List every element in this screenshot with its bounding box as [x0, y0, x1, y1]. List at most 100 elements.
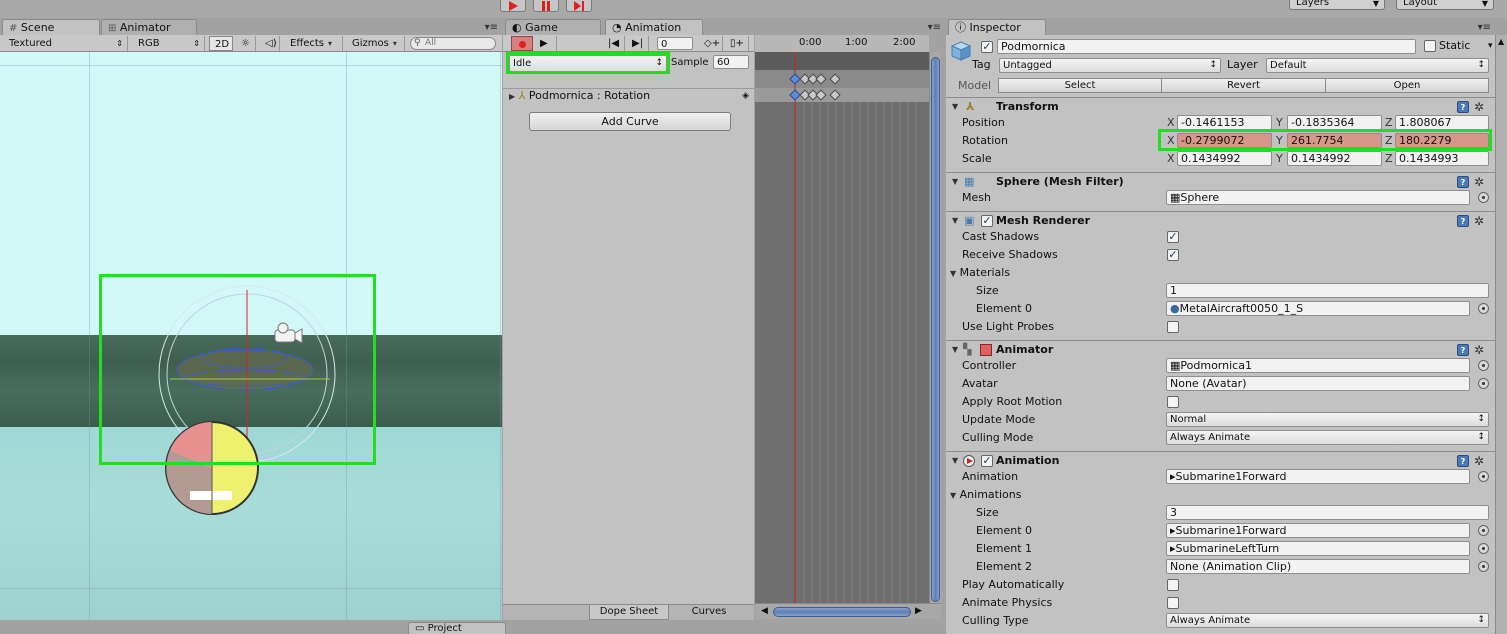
play-animation-button[interactable]: ▶: [535, 36, 557, 51]
foldout-open-icon[interactable]: ▼: [952, 341, 958, 358]
lighting-toggle[interactable]: ☼: [236, 36, 256, 51]
position-z-field[interactable]: 1.808067: [1395, 115, 1489, 130]
animator-header[interactable]: ▼ ▚ Animator ? ✲: [946, 340, 1507, 358]
mesh-renderer-header[interactable]: ▼ ▣ ✓ Mesh Renderer ? ✲: [946, 211, 1507, 229]
tab-curves[interactable]: Curves: [671, 605, 747, 620]
effects-dropdown[interactable]: Effects ▾: [285, 36, 343, 51]
foldout-open-icon[interactable]: ▼: [952, 212, 958, 229]
mesh-field[interactable]: ▦Sphere: [1166, 190, 1470, 205]
next-keyframe-button[interactable]: ▶|: [627, 36, 649, 51]
tab-animator[interactable]: ⊞ Animator: [101, 19, 197, 35]
object-picker-icon[interactable]: [1478, 378, 1489, 389]
gizmos-dropdown[interactable]: Gizmos ▾: [347, 36, 405, 51]
scene-viewport[interactable]: [0, 52, 502, 620]
play-button[interactable]: [500, 0, 526, 12]
animation-element1-field[interactable]: ▸SubmarineLeftTurn: [1166, 541, 1470, 556]
gear-icon[interactable]: ✲: [1474, 455, 1484, 467]
animations-row[interactable]: ▼ Animations: [950, 486, 1021, 504]
materials-row[interactable]: ▼ Materials: [950, 264, 1010, 282]
object-name-input[interactable]: Podmornica: [997, 39, 1416, 54]
panel-menu-icon[interactable]: ▾≡: [1478, 22, 1491, 33]
prev-keyframe-button[interactable]: |◀: [603, 36, 625, 51]
timeline-area[interactable]: 0:00 1:00 2:00: [755, 35, 929, 603]
object-picker-icon[interactable]: [1478, 561, 1489, 572]
foldout-open-icon[interactable]: ▼: [952, 173, 958, 190]
object-picker-icon[interactable]: [1478, 525, 1489, 536]
object-picker-icon[interactable]: [1478, 192, 1489, 203]
animations-size-field[interactable]: 3: [1166, 505, 1489, 520]
gear-icon[interactable]: ✲: [1474, 176, 1484, 188]
model-revert-button[interactable]: Revert: [1161, 78, 1326, 93]
inspector-scrollbar[interactable]: ▲: [1495, 35, 1507, 634]
avatar-field[interactable]: None (Avatar): [1166, 376, 1470, 391]
play-automatically-checkbox[interactable]: [1167, 579, 1179, 591]
animation-clip-field[interactable]: ▸Submarine1Forward: [1166, 469, 1470, 484]
scale-z-field[interactable]: 0.1434993: [1395, 151, 1489, 166]
tab-project[interactable]: ▭ Project: [408, 622, 506, 634]
tab-scene[interactable]: # Scene: [2, 19, 100, 35]
cast-shadows-checkbox[interactable]: ✓: [1167, 231, 1179, 243]
tab-animation[interactable]: ◔ Animation: [605, 19, 703, 35]
scroll-up-icon[interactable]: ▲: [1498, 37, 1504, 46]
timeline-hscrollbar[interactable]: ◀ ▶: [755, 603, 941, 619]
help-icon[interactable]: ?: [1457, 344, 1469, 356]
chevron-down-icon[interactable]: ▾: [1488, 41, 1493, 51]
foldout-arrow-icon[interactable]: ▶: [509, 92, 515, 101]
gear-icon[interactable]: ✲: [1474, 215, 1484, 227]
foldout-open-icon[interactable]: ▼: [952, 452, 958, 469]
animation-header[interactable]: ▼ ✓ Animation ? ✲: [946, 451, 1507, 469]
scroll-thumb[interactable]: [773, 607, 911, 617]
tag-dropdown[interactable]: Untagged: [999, 58, 1221, 73]
transform-header[interactable]: ▼ ⅄ Transform ? ✲: [946, 97, 1507, 115]
help-icon[interactable]: ?: [1457, 215, 1469, 227]
model-open-button[interactable]: Open: [1325, 78, 1489, 93]
root-motion-checkbox[interactable]: [1167, 396, 1179, 408]
timeline-vscrollbar[interactable]: [929, 52, 941, 603]
layers-dropdown[interactable]: Layers ▼: [1289, 0, 1385, 10]
tab-game[interactable]: ◐ Game: [505, 19, 601, 35]
foldout-open-icon[interactable]: ▼: [950, 491, 956, 500]
panel-menu-icon[interactable]: ▾≡: [485, 22, 498, 33]
scale-x-field[interactable]: 0.1434992: [1177, 151, 1272, 166]
tab-dope-sheet[interactable]: Dope Sheet: [589, 605, 669, 620]
add-keyframe-button[interactable]: ◇+: [699, 36, 723, 51]
layout-dropdown[interactable]: Layout ▼: [1396, 0, 1494, 10]
gear-icon[interactable]: ✲: [1474, 344, 1484, 356]
materials-size-field[interactable]: 1: [1166, 283, 1489, 298]
animation-enabled-checkbox[interactable]: ✓: [981, 455, 993, 467]
frame-input[interactable]: 0: [657, 37, 693, 50]
help-icon[interactable]: ?: [1457, 101, 1469, 113]
object-active-checkbox[interactable]: ✓: [981, 41, 993, 53]
audio-toggle[interactable]: ◁): [260, 36, 280, 51]
scene-search-input[interactable]: ⚲ All: [410, 37, 496, 50]
scroll-left-icon[interactable]: ◀: [761, 606, 768, 616]
help-icon[interactable]: ?: [1457, 176, 1469, 188]
animation-element2-field[interactable]: None (Animation Clip): [1166, 559, 1470, 574]
animator-enabled-checkbox[interactable]: [980, 344, 992, 356]
object-picker-icon[interactable]: [1478, 360, 1489, 371]
keyframe-icon[interactable]: ◈: [742, 89, 749, 103]
light-probes-checkbox[interactable]: [1167, 321, 1179, 333]
2d-toggle[interactable]: 2D: [209, 36, 233, 51]
add-curve-button[interactable]: Add Curve: [529, 112, 731, 131]
animation-element0-field[interactable]: ▸Submarine1Forward: [1166, 523, 1470, 538]
draw-mode-dropdown[interactable]: Textured ⇕: [4, 36, 128, 51]
gear-icon[interactable]: ✲: [1474, 101, 1484, 113]
culling-type-dropdown[interactable]: Always Animate: [1166, 613, 1489, 628]
foldout-open-icon[interactable]: ▼: [952, 98, 958, 115]
tab-inspector[interactable]: ⓘ Inspector: [948, 19, 1046, 35]
foldout-open-icon[interactable]: ▼: [950, 269, 956, 278]
scale-y-field[interactable]: 0.1434992: [1287, 151, 1382, 166]
panel-menu-icon[interactable]: ▾≡: [928, 22, 941, 33]
object-picker-icon[interactable]: [1478, 543, 1489, 554]
animate-physics-checkbox[interactable]: [1167, 597, 1179, 609]
scroll-thumb[interactable]: [931, 57, 940, 602]
pause-button[interactable]: [533, 0, 559, 12]
scroll-right-icon[interactable]: ▶: [915, 606, 922, 616]
record-button[interactable]: [511, 36, 533, 51]
position-x-field[interactable]: -0.1461153: [1177, 115, 1272, 130]
material-element0-field[interactable]: ●MetalAircraft0050_1_S: [1166, 301, 1470, 316]
sample-input[interactable]: 60: [713, 55, 749, 69]
add-event-button[interactable]: ▯+: [725, 36, 749, 51]
mesh-renderer-enabled-checkbox[interactable]: ✓: [981, 215, 993, 227]
